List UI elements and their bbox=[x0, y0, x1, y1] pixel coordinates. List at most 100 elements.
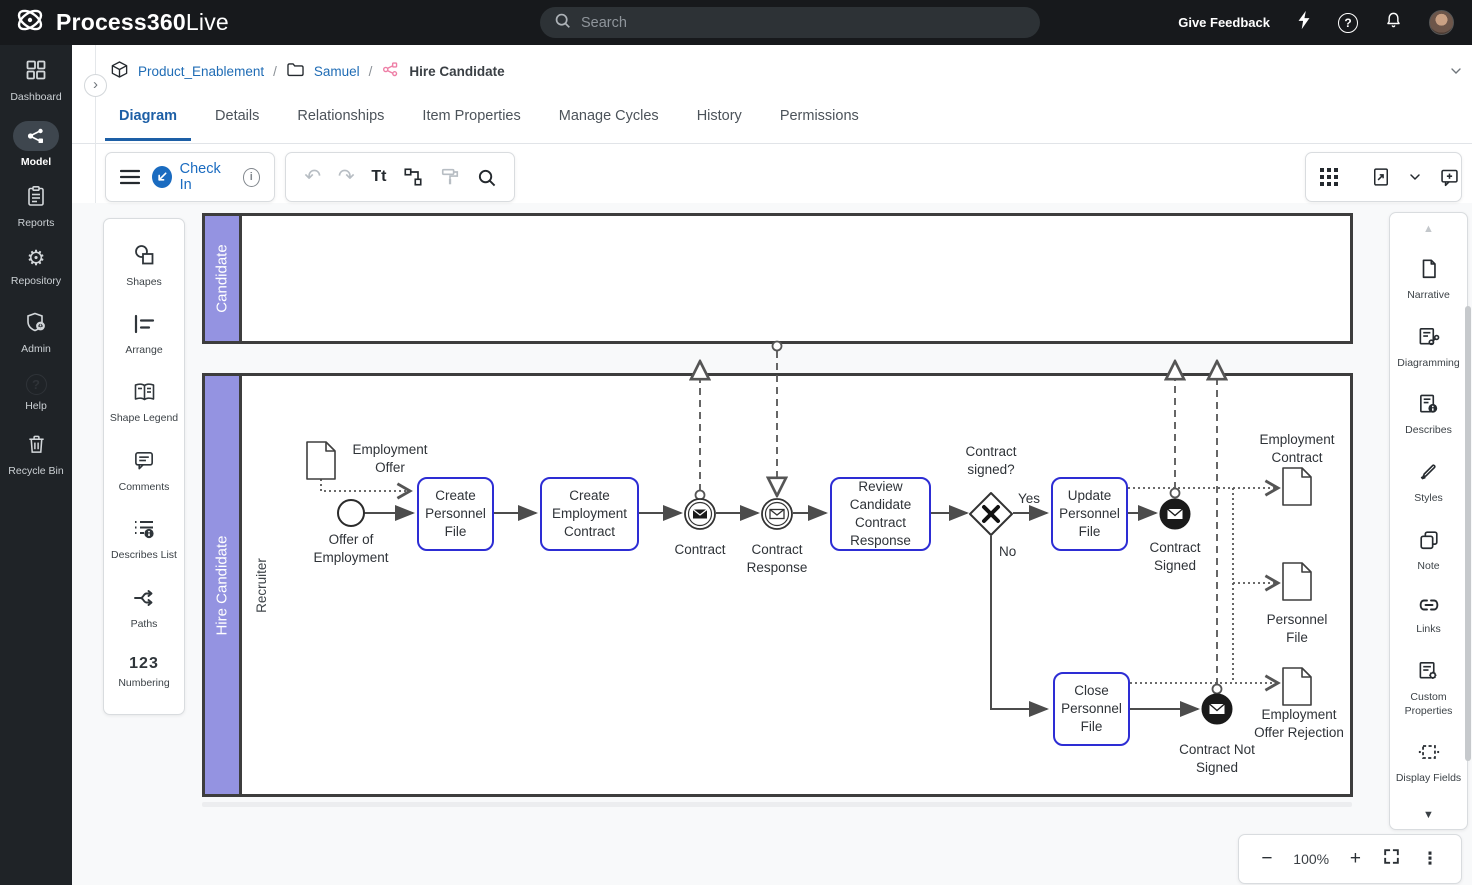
pool-hire-candidate-band[interactable]: Hire Candidate bbox=[205, 376, 242, 794]
shape-legend-icon bbox=[132, 381, 157, 408]
info-icon[interactable]: i bbox=[243, 168, 260, 187]
trash-icon bbox=[26, 433, 47, 460]
search-icon bbox=[554, 12, 571, 34]
panel-scroll-down-icon[interactable]: ▼ bbox=[1423, 809, 1434, 821]
pool-hire-candidate[interactable]: Hire Candidate Recruiter bbox=[202, 373, 1353, 797]
panel-links[interactable]: Links bbox=[1392, 596, 1466, 637]
tab-diagram[interactable]: Diagram bbox=[105, 100, 191, 141]
diagram-side-panel: ▲ Narrative Diagramming Describes Styles… bbox=[1389, 212, 1468, 830]
tab-history[interactable]: History bbox=[683, 100, 756, 141]
tab-manage-cycles[interactable]: Manage Cycles bbox=[545, 100, 673, 141]
display-fields-icon bbox=[1418, 741, 1440, 768]
pool-candidate[interactable]: Candidate bbox=[202, 213, 1353, 344]
label-employment-offer-rejection: Employment Offer Rejection bbox=[1247, 706, 1351, 742]
grid-apps-icon[interactable] bbox=[1320, 168, 1339, 187]
task-create-personnel-file[interactable]: Create Personnel File bbox=[417, 477, 494, 551]
diagram-toolbar-right bbox=[1305, 152, 1462, 202]
task-review-candidate-contract-response[interactable]: Review Candidate Contract Response bbox=[830, 477, 931, 551]
diagram-horizontal-scrollbar[interactable] bbox=[202, 802, 1352, 807]
sidebar-item-admin[interactable]: Admin bbox=[0, 311, 72, 355]
connector-icon[interactable] bbox=[403, 167, 423, 187]
add-comment-icon[interactable] bbox=[1439, 167, 1460, 188]
check-in-icon bbox=[152, 166, 172, 188]
help-circle-icon: ? bbox=[26, 374, 47, 395]
search-input[interactable] bbox=[581, 15, 1026, 31]
pool-candidate-band[interactable]: Candidate bbox=[205, 216, 242, 341]
export-document-icon[interactable] bbox=[1371, 167, 1391, 187]
label-contract-not-signed: Contract Not Signed bbox=[1169, 741, 1265, 777]
panel-narrative[interactable]: Narrative bbox=[1392, 258, 1466, 303]
text-style-icon[interactable]: Tt bbox=[371, 168, 386, 186]
sidebar-item-dashboard[interactable]: Dashboard bbox=[0, 59, 72, 103]
collapse-panel-button[interactable]: › bbox=[84, 74, 107, 97]
label-no: No bbox=[999, 543, 1027, 561]
zoom-in-button[interactable]: + bbox=[1350, 848, 1361, 870]
app-sidebar: Dashboard Model Reports ⚙ Repository Adm… bbox=[0, 45, 72, 885]
panel-note[interactable]: Note bbox=[1392, 529, 1466, 574]
zoom-controls: − 100% + ⋮ bbox=[1238, 834, 1462, 884]
search-diagram-icon[interactable] bbox=[477, 168, 496, 187]
task-create-employment-contract[interactable]: Create Employment Contract bbox=[540, 477, 639, 551]
sidebar-item-model[interactable]: Model bbox=[0, 121, 72, 168]
zoom-level: 100% bbox=[1293, 851, 1329, 867]
notifications-bell-icon[interactable] bbox=[1384, 10, 1403, 36]
numbering-icon: 123 bbox=[129, 655, 159, 673]
user-avatar[interactable] bbox=[1429, 10, 1454, 35]
tool-describes-list[interactable]: Describes List bbox=[108, 518, 180, 563]
arrange-icon bbox=[132, 313, 156, 340]
narrative-icon bbox=[1418, 258, 1440, 285]
tab-permissions[interactable]: Permissions bbox=[766, 100, 873, 141]
breadcrumb-current-hire-candidate[interactable]: Hire Candidate bbox=[409, 64, 504, 79]
fullscreen-icon[interactable] bbox=[1382, 847, 1401, 872]
panel-scroll-up-icon[interactable]: ▲ bbox=[1423, 223, 1434, 235]
tab-relationships[interactable]: Relationships bbox=[283, 100, 398, 141]
diagram-tool-panel: Shapes Arrange Shape Legend Comments Des… bbox=[103, 218, 185, 715]
chevron-down-icon[interactable] bbox=[1407, 169, 1423, 185]
custom-properties-icon bbox=[1417, 660, 1440, 687]
task-update-personnel-file[interactable]: Update Personnel File bbox=[1051, 477, 1128, 551]
breadcrumb-link-product-enablement[interactable]: Product_Enablement bbox=[138, 64, 264, 79]
tool-paths[interactable]: Paths bbox=[108, 587, 180, 632]
panel-custom-properties[interactable]: Custom Properties bbox=[1392, 660, 1466, 718]
help-icon[interactable]: ? bbox=[1338, 13, 1358, 33]
redo-icon[interactable]: ↷ bbox=[338, 167, 355, 187]
panel-display-fields[interactable]: Display Fields bbox=[1392, 741, 1466, 786]
label-offer-of-employment: Offer of Employment bbox=[294, 531, 408, 567]
tool-numbering[interactable]: 123 Numbering bbox=[108, 655, 180, 691]
vertical-scrollbar[interactable] bbox=[1465, 306, 1471, 761]
check-in-button[interactable]: Check In bbox=[152, 161, 231, 193]
tool-shapes[interactable]: Shapes bbox=[108, 243, 180, 290]
breadcrumb-link-samuel[interactable]: Samuel bbox=[314, 64, 360, 79]
format-painter-icon[interactable] bbox=[440, 167, 460, 187]
shapes-icon bbox=[132, 243, 156, 272]
admin-shield-icon bbox=[25, 311, 47, 338]
panel-describes[interactable]: Describes bbox=[1392, 393, 1466, 438]
sidebar-item-repository[interactable]: ⚙ Repository bbox=[0, 248, 72, 287]
tool-shape-legend[interactable]: Shape Legend bbox=[108, 381, 180, 426]
tool-arrange[interactable]: Arrange bbox=[108, 313, 180, 358]
give-feedback-button[interactable]: Give Feedback bbox=[1178, 15, 1270, 30]
tab-bar: Diagram Details Relationships Item Prope… bbox=[105, 100, 873, 141]
label-personnel-file: Personnel File bbox=[1259, 611, 1335, 647]
panel-styles[interactable]: Styles bbox=[1392, 461, 1466, 506]
tab-details[interactable]: Details bbox=[201, 100, 273, 141]
sidebar-item-recycle-bin[interactable]: Recycle Bin bbox=[0, 433, 72, 477]
lightning-icon[interactable] bbox=[1296, 10, 1312, 35]
breadcrumb-chevron-down-icon[interactable] bbox=[1448, 63, 1464, 84]
dashboard-icon bbox=[25, 59, 47, 86]
tool-comments[interactable]: Comments bbox=[108, 449, 180, 495]
label-contract-response: Contract Response bbox=[731, 541, 823, 577]
lane-recruiter[interactable]: Recruiter bbox=[250, 376, 272, 794]
diagram-toolbar-left: Check In i bbox=[105, 152, 275, 202]
sidebar-item-reports[interactable]: Reports bbox=[0, 185, 72, 229]
panel-diagramming[interactable]: Diagramming bbox=[1392, 326, 1466, 371]
undo-icon[interactable]: ↶ bbox=[304, 167, 321, 187]
tab-item-properties[interactable]: Item Properties bbox=[408, 100, 534, 141]
menu-hamburger-icon[interactable] bbox=[120, 169, 140, 185]
sidebar-item-help[interactable]: ? Help bbox=[0, 374, 72, 412]
task-close-personnel-file[interactable]: Close Personnel File bbox=[1053, 672, 1130, 746]
more-options-icon[interactable]: ⋮ bbox=[1422, 849, 1439, 869]
describes-icon bbox=[1417, 393, 1440, 420]
global-search[interactable] bbox=[540, 7, 1040, 38]
zoom-out-button[interactable]: − bbox=[1261, 848, 1272, 870]
